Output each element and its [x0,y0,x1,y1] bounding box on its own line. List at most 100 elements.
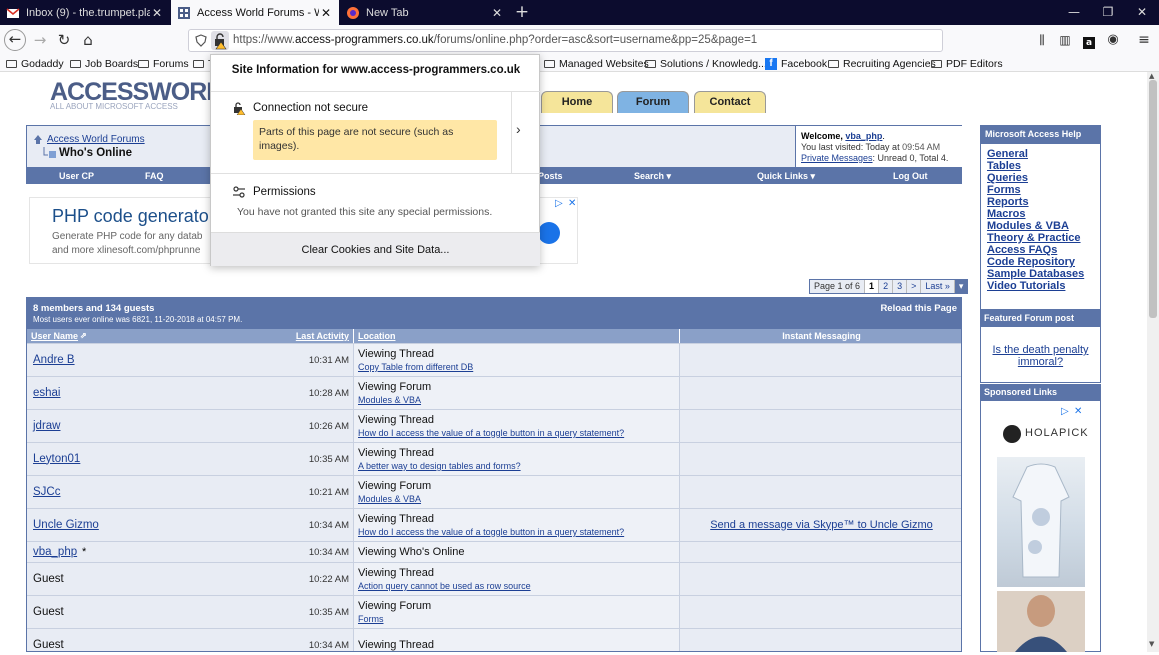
bookmark-managed-websites[interactable]: Managed Websites [544,56,649,71]
sidebar-link-modules-vba[interactable]: Modules & VBA [987,220,1069,232]
sponsored-ad[interactable]: ▷ ✕ HOLAPICK [980,401,1101,652]
tab-new[interactable]: New Tab ✕ [340,0,510,25]
ad-arrow-button[interactable] [538,222,560,244]
bookmark-forums[interactable]: Forums [138,56,189,71]
restore-button[interactable]: ❐ [1091,0,1125,25]
connection-section[interactable]: Connection not secure Parts of this page… [211,92,511,173]
clear-cookies-button[interactable]: Clear Cookies and Site Data... [211,232,540,266]
bookmark-pdf-editors[interactable]: PDF Editors [931,56,1003,71]
back-arrow-icon[interactable]: ← [4,29,26,51]
row-location-link[interactable]: Modules & VBA [358,494,421,504]
row-location-link[interactable]: Copy Table from different DB [358,362,473,372]
tab-close-icon[interactable]: ✕ [319,6,333,20]
shield-icon[interactable] [195,34,207,47]
bookmark-job-boards[interactable]: Job Boards [70,56,138,71]
sidebar-link-forms[interactable]: Forms [987,184,1021,196]
sidebar-link-macros[interactable]: Macros [987,208,1026,220]
sidebar-link-queries[interactable]: Queries [987,172,1028,184]
nav-posts[interactable]: Posts [538,171,563,181]
chevron-right-icon[interactable]: › [516,121,521,137]
col-location[interactable]: Location [358,329,396,343]
row-im-link[interactable]: Send a message via Skype™ to Uncle Gizmo [680,519,961,531]
ad-product-image-1[interactable] [997,457,1085,587]
tab-inbox[interactable]: Inbox (9) - the.trumpet.player.a ✕ [0,0,170,25]
pager-next[interactable]: > [907,280,922,293]
row-location-link[interactable]: How do I access the value of a toggle bu… [358,428,624,438]
tab-access-world[interactable]: Access World Forums - Who's O ✕ [171,0,339,25]
tab-close-icon[interactable]: ✕ [490,6,504,20]
scroll-up-icon[interactable]: ▲ [1149,72,1154,80]
insecure-lock-icon[interactable] [211,31,229,50]
tab-forum[interactable]: Forum [617,91,689,113]
featured-line1[interactable]: Is the death penalty [981,344,1100,356]
tab-home[interactable]: Home [541,91,613,113]
sidebar-link-video-tutorials[interactable]: Video Tutorials [987,280,1065,292]
menu-icon[interactable]: ≡ [1133,29,1155,51]
ad-close-icon[interactable]: ✕ [568,198,576,209]
row-user-name[interactable]: jdraw [33,420,60,432]
bookmark-solutions[interactable]: Solutions / Knowledg... [645,56,767,71]
home-icon[interactable]: ⌂ [77,29,99,51]
sidebar-link-tables[interactable]: Tables [987,160,1021,172]
forward-arrow-icon[interactable]: → [29,29,51,51]
col-user-name[interactable]: User Name [31,329,78,343]
account-icon[interactable]: ◉ [1102,29,1124,51]
pager-last[interactable]: Last » [921,280,955,293]
tab-close-icon[interactable]: ✕ [150,6,164,20]
sort-asc-icon[interactable]: ⇗ [80,329,87,343]
bookmark-godaddy[interactable]: Godaddy [6,56,64,71]
nav-search[interactable]: Search ▾ [634,171,671,182]
pager-page-2[interactable]: 2 [879,280,894,293]
close-window-button[interactable]: ✕ [1125,0,1159,25]
row-user-name[interactable]: eshai [33,387,61,399]
row-user-name[interactable]: Andre B [33,354,75,366]
bookmark-facebook[interactable]: f Facebook [765,56,827,71]
url-text[interactable]: https://www.access-programmers.co.uk/for… [233,34,757,46]
library-icon[interactable]: ⫼ [1031,29,1053,51]
welcome-user-link[interactable]: vba_php [845,131,882,141]
page-scrollbar[interactable]: ▲ ▼ [1147,72,1159,652]
url-bar[interactable]: https://www.access-programmers.co.uk/for… [188,29,943,52]
minimize-button[interactable]: — [1057,0,1091,25]
col-last-activity[interactable]: Last Activity [296,329,349,343]
row-user-name[interactable]: Leyton01 [33,453,80,465]
sidebar-link-sample-databases[interactable]: Sample Databases [987,268,1084,280]
row-user-name[interactable]: vba_php [33,546,77,558]
row-location-link[interactable]: Modules & VBA [358,395,421,405]
ad-product-image-2[interactable] [997,591,1085,652]
featured-post-link[interactable]: Is the death penalty immoral? [980,343,1101,383]
sidebar-icon[interactable]: ▥ [1054,29,1076,51]
private-messages-link[interactable]: Private Messages [801,153,873,163]
sidebar-link-code-repository[interactable]: Code Repository [987,256,1075,268]
sidebar-link-general[interactable]: General [987,148,1028,160]
ad-title[interactable]: PHP code generator [52,206,215,227]
row-location-link[interactable]: How do I access the value of a toggle bu… [358,527,624,537]
adchoices-icon[interactable]: ▷ [555,198,563,209]
new-tab-plus-icon[interactable]: + [514,3,530,21]
scroll-down-icon[interactable]: ▼ [1149,640,1154,648]
scroll-thumb[interactable] [1149,80,1157,318]
adchoices-icon[interactable]: ▷ [1061,406,1069,417]
sidebar-link-reports[interactable]: Reports [987,196,1029,208]
reload-icon[interactable]: ↻ [53,29,75,51]
nav-faq[interactable]: FAQ [145,171,164,181]
row-location-link[interactable]: A better way to design tables and forms? [358,461,521,471]
nav-user-cp[interactable]: User CP [59,171,94,181]
nav-quick-links[interactable]: Quick Links ▾ [757,171,815,182]
featured-line2[interactable]: immoral? [981,356,1100,368]
breadcrumb-root[interactable]: Access World Forums [47,134,145,145]
tab-contact[interactable]: Contact [694,91,766,113]
sidebar-link-access-faqs[interactable]: Access FAQs [987,244,1057,256]
bookmark-recruiting-agencies[interactable]: Recruiting Agencies [828,56,936,71]
sidebar-link-theory-practice[interactable]: Theory & Practice [987,232,1081,244]
row-user-name[interactable]: SJCc [33,486,60,498]
row-location-link[interactable]: Action query cannot be used as row sourc… [358,581,531,591]
ad-close-icon[interactable]: ✕ [1074,406,1082,417]
nav-log-out[interactable]: Log Out [893,171,928,181]
row-location-link[interactable]: Forms [358,614,384,624]
pager-page-3[interactable]: 3 [893,280,908,293]
reload-page-link[interactable]: Reload this Page [880,303,957,314]
amazon-extension-icon[interactable]: a [1078,29,1100,51]
pager-dropdown-icon[interactable]: ▾ [954,280,968,293]
row-user-name[interactable]: Uncle Gizmo [33,519,99,531]
